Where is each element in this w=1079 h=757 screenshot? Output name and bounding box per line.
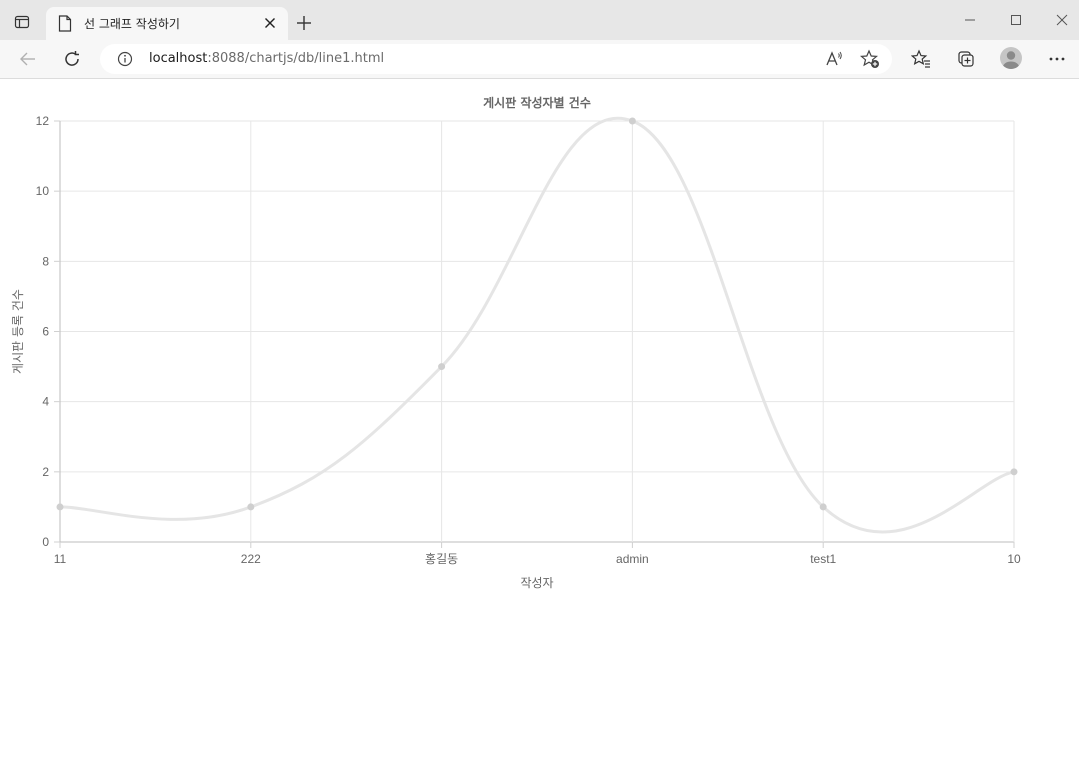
x-tick-label: 222	[241, 552, 261, 566]
y-axis-label: 게시판 등록 건수	[11, 289, 25, 374]
browser-tab[interactable]: 선 그래프 작성하기	[46, 7, 288, 40]
data-point	[628, 117, 636, 125]
chart-title: 게시판 작성자별 건수	[483, 95, 591, 110]
close-window-icon[interactable]	[1054, 12, 1070, 28]
add-favorite-icon[interactable]	[860, 49, 880, 69]
url-path: :8088/chartjs/db/line1.html	[207, 51, 385, 66]
y-tick-label: 0	[42, 535, 49, 549]
data-point	[438, 363, 446, 371]
tab-bar: 선 그래프 작성하기	[0, 0, 1079, 40]
tab-title: 선 그래프 작성하기	[84, 17, 180, 31]
data-point	[56, 503, 64, 511]
chart-series	[59, 116, 1015, 534]
y-tick-label: 4	[42, 395, 49, 409]
y-tick-label: 6	[42, 325, 49, 339]
maximize-icon[interactable]	[1008, 12, 1024, 28]
close-icon[interactable]	[262, 15, 278, 31]
browser-window: 선 그래프 작성하기 localhost:8088/chartjs/db/lin…	[0, 0, 1079, 757]
refresh-icon[interactable]	[61, 48, 83, 70]
profile-avatar[interactable]	[1000, 47, 1022, 69]
read-aloud-icon[interactable]	[824, 49, 844, 69]
x-axis-label: 작성자	[520, 576, 553, 590]
favorites-icon[interactable]	[910, 48, 932, 70]
x-tick-label: 10	[1007, 552, 1021, 566]
data-point	[819, 503, 827, 511]
data-point	[1010, 468, 1018, 476]
more-icon[interactable]	[1046, 48, 1068, 70]
browser-toolbar: localhost:8088/chartjs/db/line1.html	[0, 40, 1079, 79]
tab-actions-icon[interactable]	[12, 12, 32, 32]
x-tick-label: 11	[54, 552, 67, 566]
y-tick-label: 8	[42, 254, 49, 268]
plus-icon[interactable]	[294, 13, 314, 33]
address-bar[interactable]: localhost:8088/chartjs/db/line1.html	[100, 44, 892, 74]
chart-points	[56, 117, 1018, 511]
y-tick-label: 2	[42, 465, 49, 479]
chart-grid	[59, 120, 1015, 543]
info-icon[interactable]	[117, 51, 133, 67]
data-point	[247, 503, 255, 511]
page-icon	[58, 15, 74, 33]
minimize-icon[interactable]	[962, 12, 978, 28]
line-chart: 0 2 4 6 8 10 12 11 222 홍길동 admin test1 10 게시판 작성자별 건수…	[11, 95, 1021, 590]
url-host: localhost	[149, 51, 208, 66]
page-content: 0 2 4 6 8 10 12 11 222 홍길동 admin test1 10 게시판 작성자별 건수…	[0, 79, 1079, 757]
chart-text: 0 2 4 6 8 10 12 11 222 홍길동 admin test1 10 게시판 작성자별 건수…	[11, 95, 1021, 590]
back-arrow-icon[interactable]	[17, 48, 39, 70]
y-tick-label: 12	[36, 114, 50, 128]
x-tick-label: test1	[810, 552, 836, 566]
x-tick-label: 홍길동	[425, 552, 458, 566]
collections-icon[interactable]	[955, 48, 977, 70]
x-tick-label: admin	[616, 552, 649, 566]
chart-axes	[54, 120, 1015, 548]
series-line	[59, 116, 1015, 534]
y-tick-label: 10	[36, 184, 50, 198]
url-text[interactable]: localhost:8088/chartjs/db/line1.html	[149, 51, 384, 66]
